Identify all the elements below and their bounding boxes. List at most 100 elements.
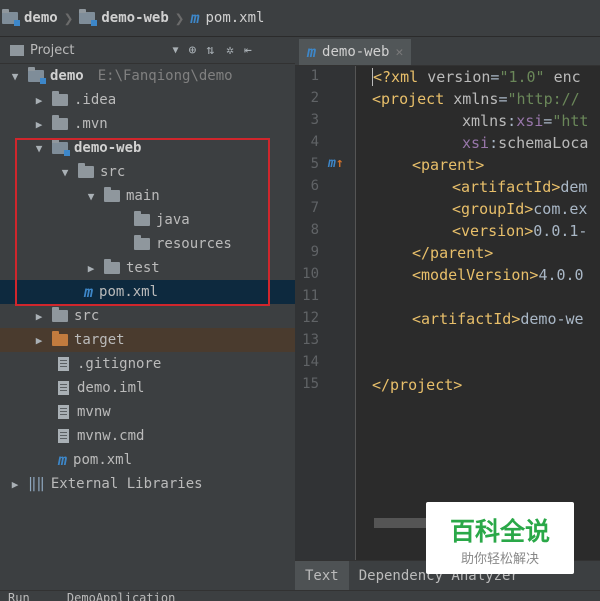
dropdown-arrow-icon[interactable]: ▼	[172, 45, 178, 56]
line-number: 13	[302, 332, 319, 348]
locate-icon[interactable]: ⊕	[189, 43, 197, 58]
watermark-subtitle: 助你轻松解决	[460, 552, 539, 567]
tree-item-mvnw-cmd[interactable]: mvnw.cmd	[0, 424, 295, 448]
code-line: xsi:schemaLoca	[462, 134, 589, 152]
tree-item-mvn[interactable]: ▶ .mvn	[0, 112, 295, 136]
folder-module-icon	[79, 9, 98, 26]
tree-item-external-libraries[interactable]: ▶ ‖‖ External Libraries	[0, 472, 295, 496]
line-number: 1	[310, 68, 319, 84]
override-gutter-icon[interactable]: m↑	[328, 156, 344, 171]
line-number: 7	[310, 200, 319, 216]
chevron-right-icon: ❯	[174, 8, 185, 28]
code-line: <groupId>com.ex	[452, 200, 588, 218]
collapsed-arrow-icon[interactable]: ▶	[32, 334, 46, 347]
tree-item-src-root[interactable]: ▶ src	[0, 304, 295, 328]
breadcrumb-item-demo-web[interactable]: demo-web ❯	[79, 0, 190, 36]
folder-icon	[52, 307, 68, 322]
breadcrumb-label: demo-web	[101, 10, 169, 26]
tree-label: External Libraries	[50, 476, 203, 492]
editor-tab-bar: m demo-web ✕	[295, 37, 600, 66]
line-number: 4	[310, 134, 319, 150]
line-number: 8	[310, 222, 319, 238]
tree-label: src	[74, 308, 100, 324]
library-icon: ‖‖	[28, 476, 45, 492]
project-view-icon	[10, 44, 24, 56]
indent-guide	[358, 66, 359, 560]
tab-label: demo-web	[322, 44, 390, 60]
breadcrumb-item-demo[interactable]: demo ❯	[2, 0, 79, 36]
folder-module-icon	[28, 67, 46, 84]
gear-icon[interactable]: ✲	[226, 43, 234, 58]
line-number: 5	[310, 156, 319, 172]
collapsed-arrow-icon[interactable]: ▶	[8, 478, 22, 491]
chevron-right-icon: ❯	[63, 8, 74, 28]
tree-label: mvnw	[77, 404, 111, 420]
collapsed-arrow-icon[interactable]: ▶	[32, 94, 46, 107]
excluded-folder-icon	[52, 331, 68, 346]
line-number: 3	[310, 112, 319, 128]
folder-icon	[52, 115, 68, 130]
tree-label: .mvn	[74, 116, 108, 132]
folder-icon	[52, 91, 68, 106]
horizontal-scrollbar[interactable]	[374, 518, 426, 528]
maven-icon: m	[58, 451, 68, 469]
line-number: 9	[310, 244, 319, 260]
project-view-selector[interactable]: Project	[30, 43, 74, 58]
file-icon	[58, 357, 69, 371]
tree-item-root-pom[interactable]: m pom.xml	[0, 448, 295, 472]
code-line: <version>0.0.1-	[452, 222, 588, 240]
file-icon	[58, 405, 69, 419]
code-line: <artifactId>demo-we	[412, 310, 584, 328]
line-number: 15	[302, 376, 319, 392]
tree-label: demo	[50, 68, 84, 84]
hide-panel-icon[interactable]: ⇤	[244, 43, 252, 58]
run-tool-bar: Run DemoApplication	[0, 590, 600, 601]
code-line: </project>	[372, 376, 463, 394]
tree-label: pom.xml	[73, 452, 133, 468]
close-icon[interactable]: ✕	[395, 45, 403, 60]
code-line: </parent>	[412, 244, 494, 262]
tree-item-mvnw[interactable]: mvnw	[0, 400, 295, 424]
breadcrumb-label: demo	[24, 10, 58, 26]
tree-item-demo[interactable]: ▼ demo E:\Fanqiong\demo	[0, 64, 295, 88]
tree-item-demo-iml[interactable]: demo.iml	[0, 376, 295, 400]
line-number: 6	[310, 178, 319, 194]
project-panel-header: Project ▼ ⊕ ⇅ ✲ ⇤	[0, 37, 295, 64]
maven-icon: m	[190, 9, 200, 27]
line-number: 12	[302, 310, 319, 326]
tree-path: E:\Fanqiong\demo	[97, 68, 233, 84]
tab-text[interactable]: Text	[295, 561, 349, 591]
line-number: 14	[302, 354, 319, 370]
collapsed-arrow-icon[interactable]: ▶	[32, 118, 46, 131]
folder-module-icon	[2, 9, 20, 26]
code-line: <modelVersion>4.0.0	[412, 266, 584, 284]
breadcrumb-item-pom[interactable]: m pom.xml	[190, 0, 264, 36]
expanded-arrow-icon[interactable]: ▼	[8, 70, 22, 83]
iml-file-icon	[58, 381, 69, 395]
tab-demo-web[interactable]: m demo-web ✕	[299, 39, 412, 65]
editor-gutter: 1 2 3 4 5 6 7 8 9 10 11 12 13 14 15 m↑	[295, 66, 372, 560]
tree-item-gitignore[interactable]: .gitignore	[0, 352, 295, 376]
tree-label: demo.iml	[77, 380, 145, 396]
code-line: xmlns:xsi="htt	[462, 112, 589, 130]
maven-icon: m	[307, 43, 317, 61]
line-number: 2	[310, 90, 319, 106]
red-highlight-box	[15, 138, 270, 306]
collapsed-arrow-icon[interactable]: ▶	[32, 310, 46, 323]
code-line: <artifactId>dem	[452, 178, 588, 196]
tree-label: .gitignore	[77, 356, 162, 372]
code-line: <parent>	[412, 156, 485, 174]
collapse-all-icon[interactable]: ⇅	[206, 43, 214, 58]
code-line: <?xml version="1.0" enc	[372, 68, 581, 86]
tree-label: .idea	[74, 92, 117, 108]
tree-item-target[interactable]: ▶ target	[0, 328, 295, 352]
tree-item-idea[interactable]: ▶ .idea	[0, 88, 295, 112]
breadcrumb-label: pom.xml	[205, 10, 265, 26]
breadcrumb: demo ❯ demo-web ❯ m pom.xml	[0, 0, 600, 37]
watermark-logo: 百科全说 助你轻松解决	[426, 502, 574, 574]
watermark-title: 百科全说	[449, 517, 550, 546]
code-editor[interactable]: <?xml version="1.0" enc <project xmlns="…	[356, 66, 600, 560]
tree-label: mvnw.cmd	[77, 428, 145, 444]
line-number: 11	[302, 288, 319, 304]
tree-label: target	[74, 332, 125, 348]
